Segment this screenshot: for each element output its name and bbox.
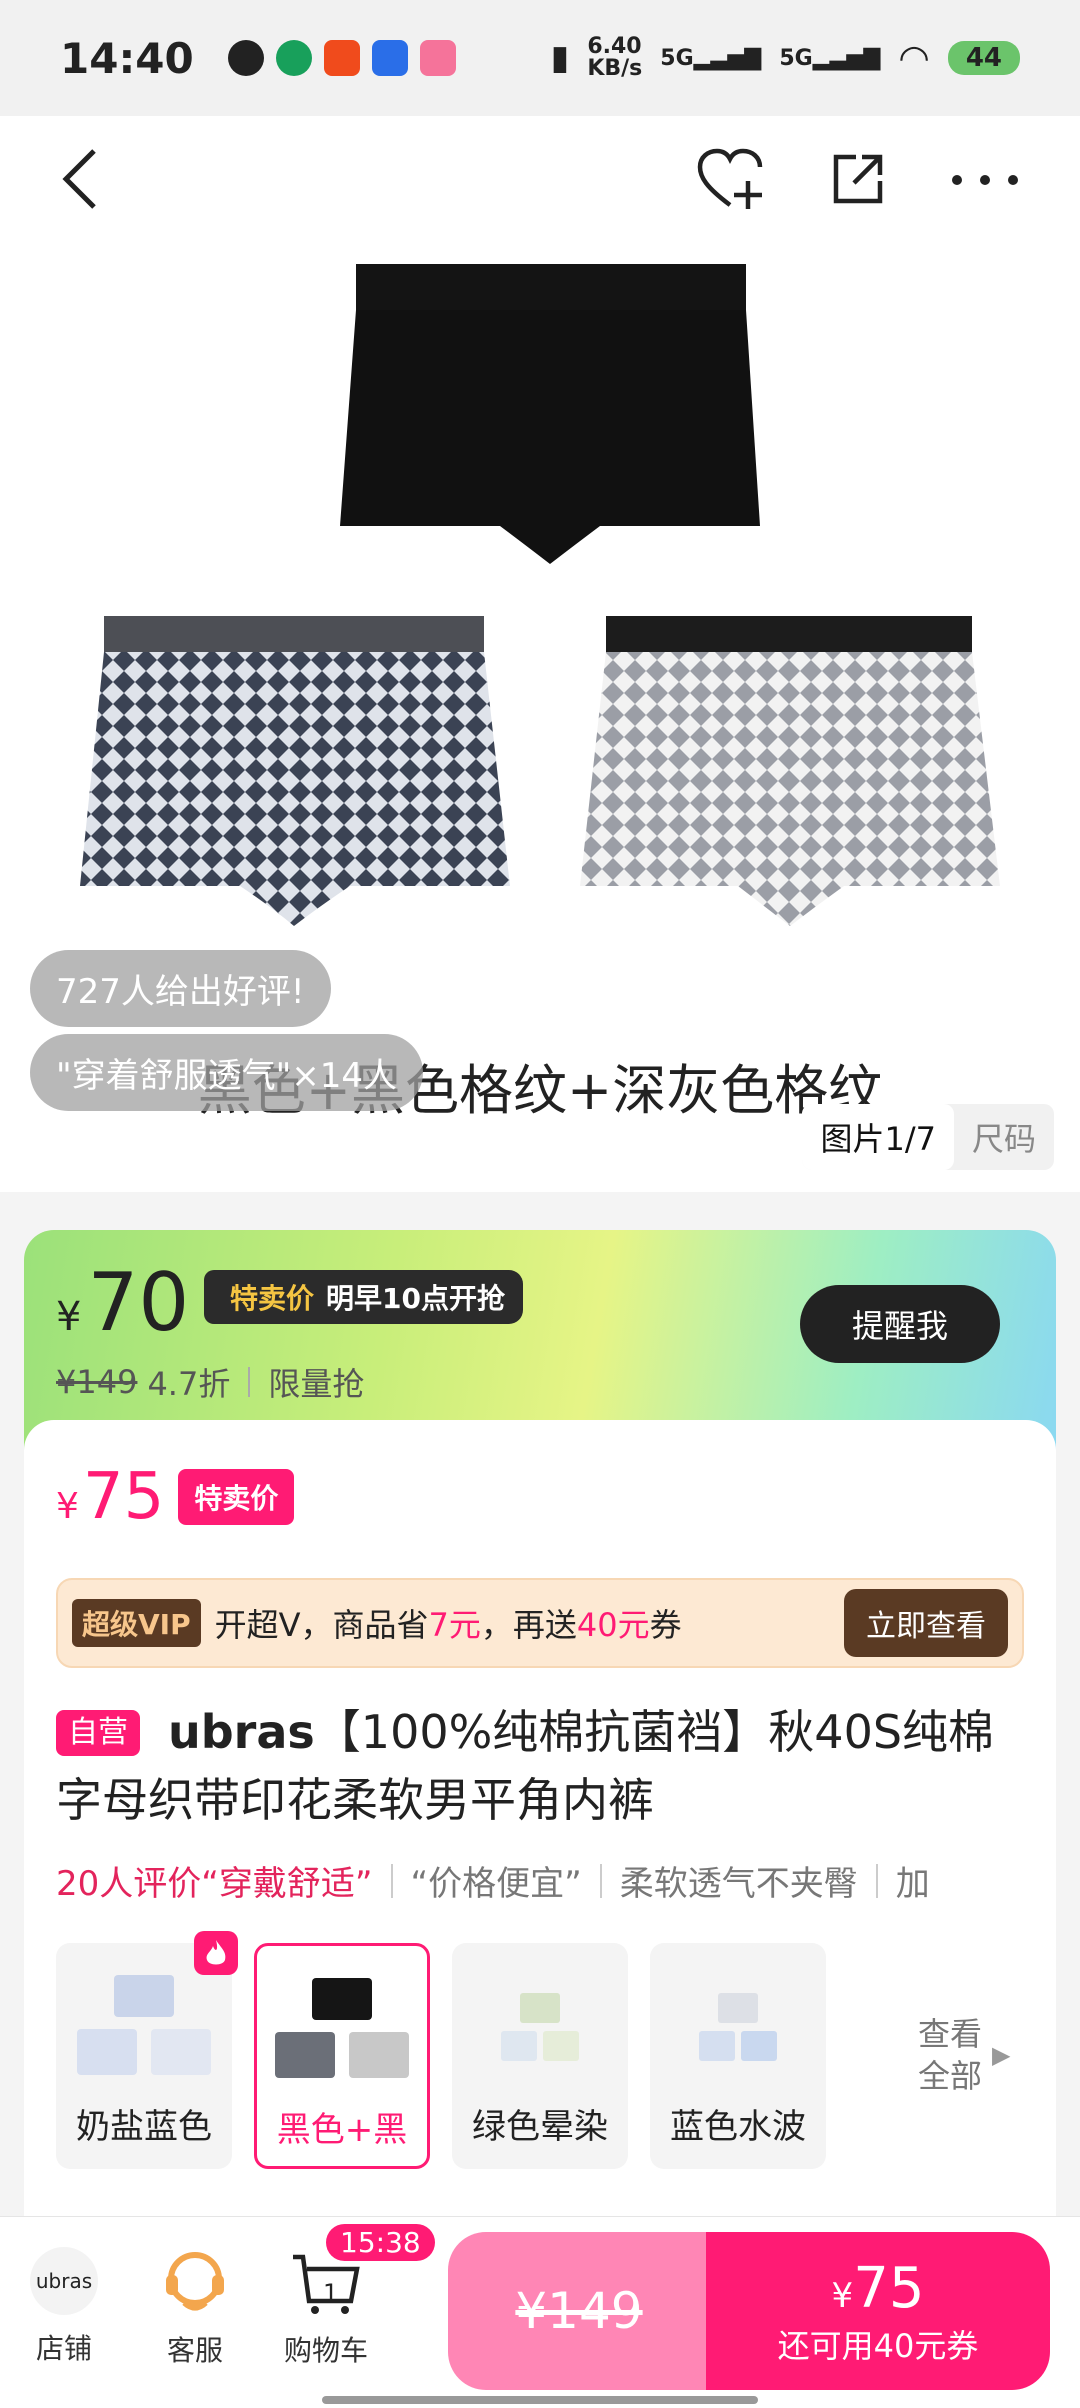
remind-me-button[interactable]: 提醒我 [800,1285,1000,1363]
customer-service-button[interactable]: 客服 [160,2247,230,2369]
mail-app-icon [371,40,408,76]
tab-size[interactable]: 尺码 [954,1104,1054,1170]
review-bubble-quote: "穿着舒服透气"×14人 [30,1034,424,1111]
status-bar: 14:40 ▮ 6.40 KB/s 5G▂▃▅▇ 5G▂▃▅▇ ◠ 44 [0,0,1080,116]
vip-banner[interactable]: 超级VIP 开超V，商品省7元，再送40元券 立即查看 [56,1578,1024,1668]
shop-button[interactable]: ubras 店铺 [30,2247,98,2367]
wifi-icon: ◠ [898,37,930,79]
buy-original-button[interactable]: ¥149 [448,2232,710,2390]
divider [599,1863,602,1898]
review-tag[interactable]: “价格便宜” [411,1856,582,1905]
vip-badge: 超级VIP [72,1599,201,1647]
bilibili-icon [419,40,456,76]
top-nav [0,116,1080,246]
product-info-card: ¥ 75 特卖价 超级VIP 开超V，商品省7元，再送40元券 立即查看 自营 u… [24,1420,1056,2220]
headset-icon [166,2252,224,2311]
countdown-badge: 15:38 [326,2224,435,2261]
product-title: 自营 ubras【100%纯棉抗菌裆】秋40S纯棉字母织带印花柔软男平角内裤 [56,1698,1024,1834]
notification-icons [227,40,456,76]
cart-count: 1 [323,2279,339,2307]
sku-option[interactable]: 蓝色水波 [650,1943,826,2169]
sku-option[interactable]: 奶盐蓝色 [56,1931,238,2169]
signal-2: 5G▂▃▅▇ [779,45,881,71]
gallery-tabs: 图片1/7 尺码 [802,1104,1054,1170]
cart-button[interactable]: 购物车 [284,2247,368,2369]
sku-option[interactable]: 绿色晕染 [452,1943,628,2169]
sku-label: 蓝色水波 [670,2107,806,2147]
product-image-grey-pattern [580,616,1000,926]
original-price: ¥149 [56,1363,138,1401]
brand-name: ubras [168,1705,315,1759]
sku-thumb [275,1978,409,2078]
vibrate-icon: ▮ [550,38,570,78]
review-tag[interactable]: 加 [896,1856,930,1905]
sale-price: ¥ 75 [56,1460,165,1534]
sku-label: 奶盐蓝色 [76,2107,212,2147]
vip-text: 开超V，商品省7元，再送40元券 [214,1606,682,1644]
product-image-black [340,264,760,564]
pingan-bank-icon [323,40,360,76]
buy-now-button[interactable]: ¥75 还可用40元券 [706,2232,1050,2390]
share-icon[interactable] [830,151,886,211]
favorite-add-icon[interactable] [696,147,766,215]
sku-label: 黑色+黑 [276,2110,408,2150]
chevron-right-icon: ▶ [992,2041,1011,2069]
status-time: 14:40 [60,33,194,83]
divider [390,1863,393,1898]
sale-tag: 特卖价 [178,1469,295,1525]
divider [875,1863,878,1898]
back-icon[interactable] [60,147,100,215]
tab-image[interactable]: 图片1/7 [802,1104,954,1170]
review-bubble: 727人给出好评! [30,950,331,1027]
vip-view-button[interactable]: 立即查看 [844,1589,1008,1657]
divider [248,1367,251,1397]
qq-icon [227,40,264,76]
shop-logo: ubras [30,2247,98,2315]
bank-app-icon [275,40,312,76]
limited-label: 限量抢 [268,1365,365,1403]
sku-thumb [501,1993,579,2061]
self-operated-tag: 自营 [56,1710,140,1756]
review-tag[interactable]: 20人评价“穿戴舒适” [56,1856,373,1905]
signal-1: 5G▂▃▅▇ [660,45,762,71]
sku-thumb [699,1993,777,2061]
review-tags[interactable]: 20人评价“穿戴舒适” “价格便宜” 柔软透气不夹臀 加 [56,1856,1024,1905]
see-all-button[interactable]: 查看 全部 ▶ [918,2013,1010,2097]
sku-selector: 奶盐蓝色 黑色+黑 绿色晕染 蓝色水波 查看 全部 ▶ [56,1931,1024,2169]
net-speed: 6.40 KB/s [587,34,643,81]
review-tag[interactable]: 柔软透气不夹臀 [620,1856,858,1905]
sku-label: 绿色晕染 [472,2107,608,2147]
home-indicator [322,2396,758,2404]
fire-icon [194,1931,238,1975]
product-gallery[interactable]: 黑色+黑色格纹+深灰色格纹 727人给出好评! "穿着舒服透气"×14人 图片1… [0,246,1080,1192]
flash-tag: 特卖价 明早10点开抢 [204,1270,523,1324]
sku-option-selected[interactable]: 黑色+黑 [254,1943,430,2169]
product-image-dark-pattern [80,616,510,926]
discount: 4.7折 [147,1365,231,1403]
more-icon[interactable] [950,172,1020,191]
battery-indicator: 44 [947,41,1020,75]
sku-thumb [77,1975,211,2075]
